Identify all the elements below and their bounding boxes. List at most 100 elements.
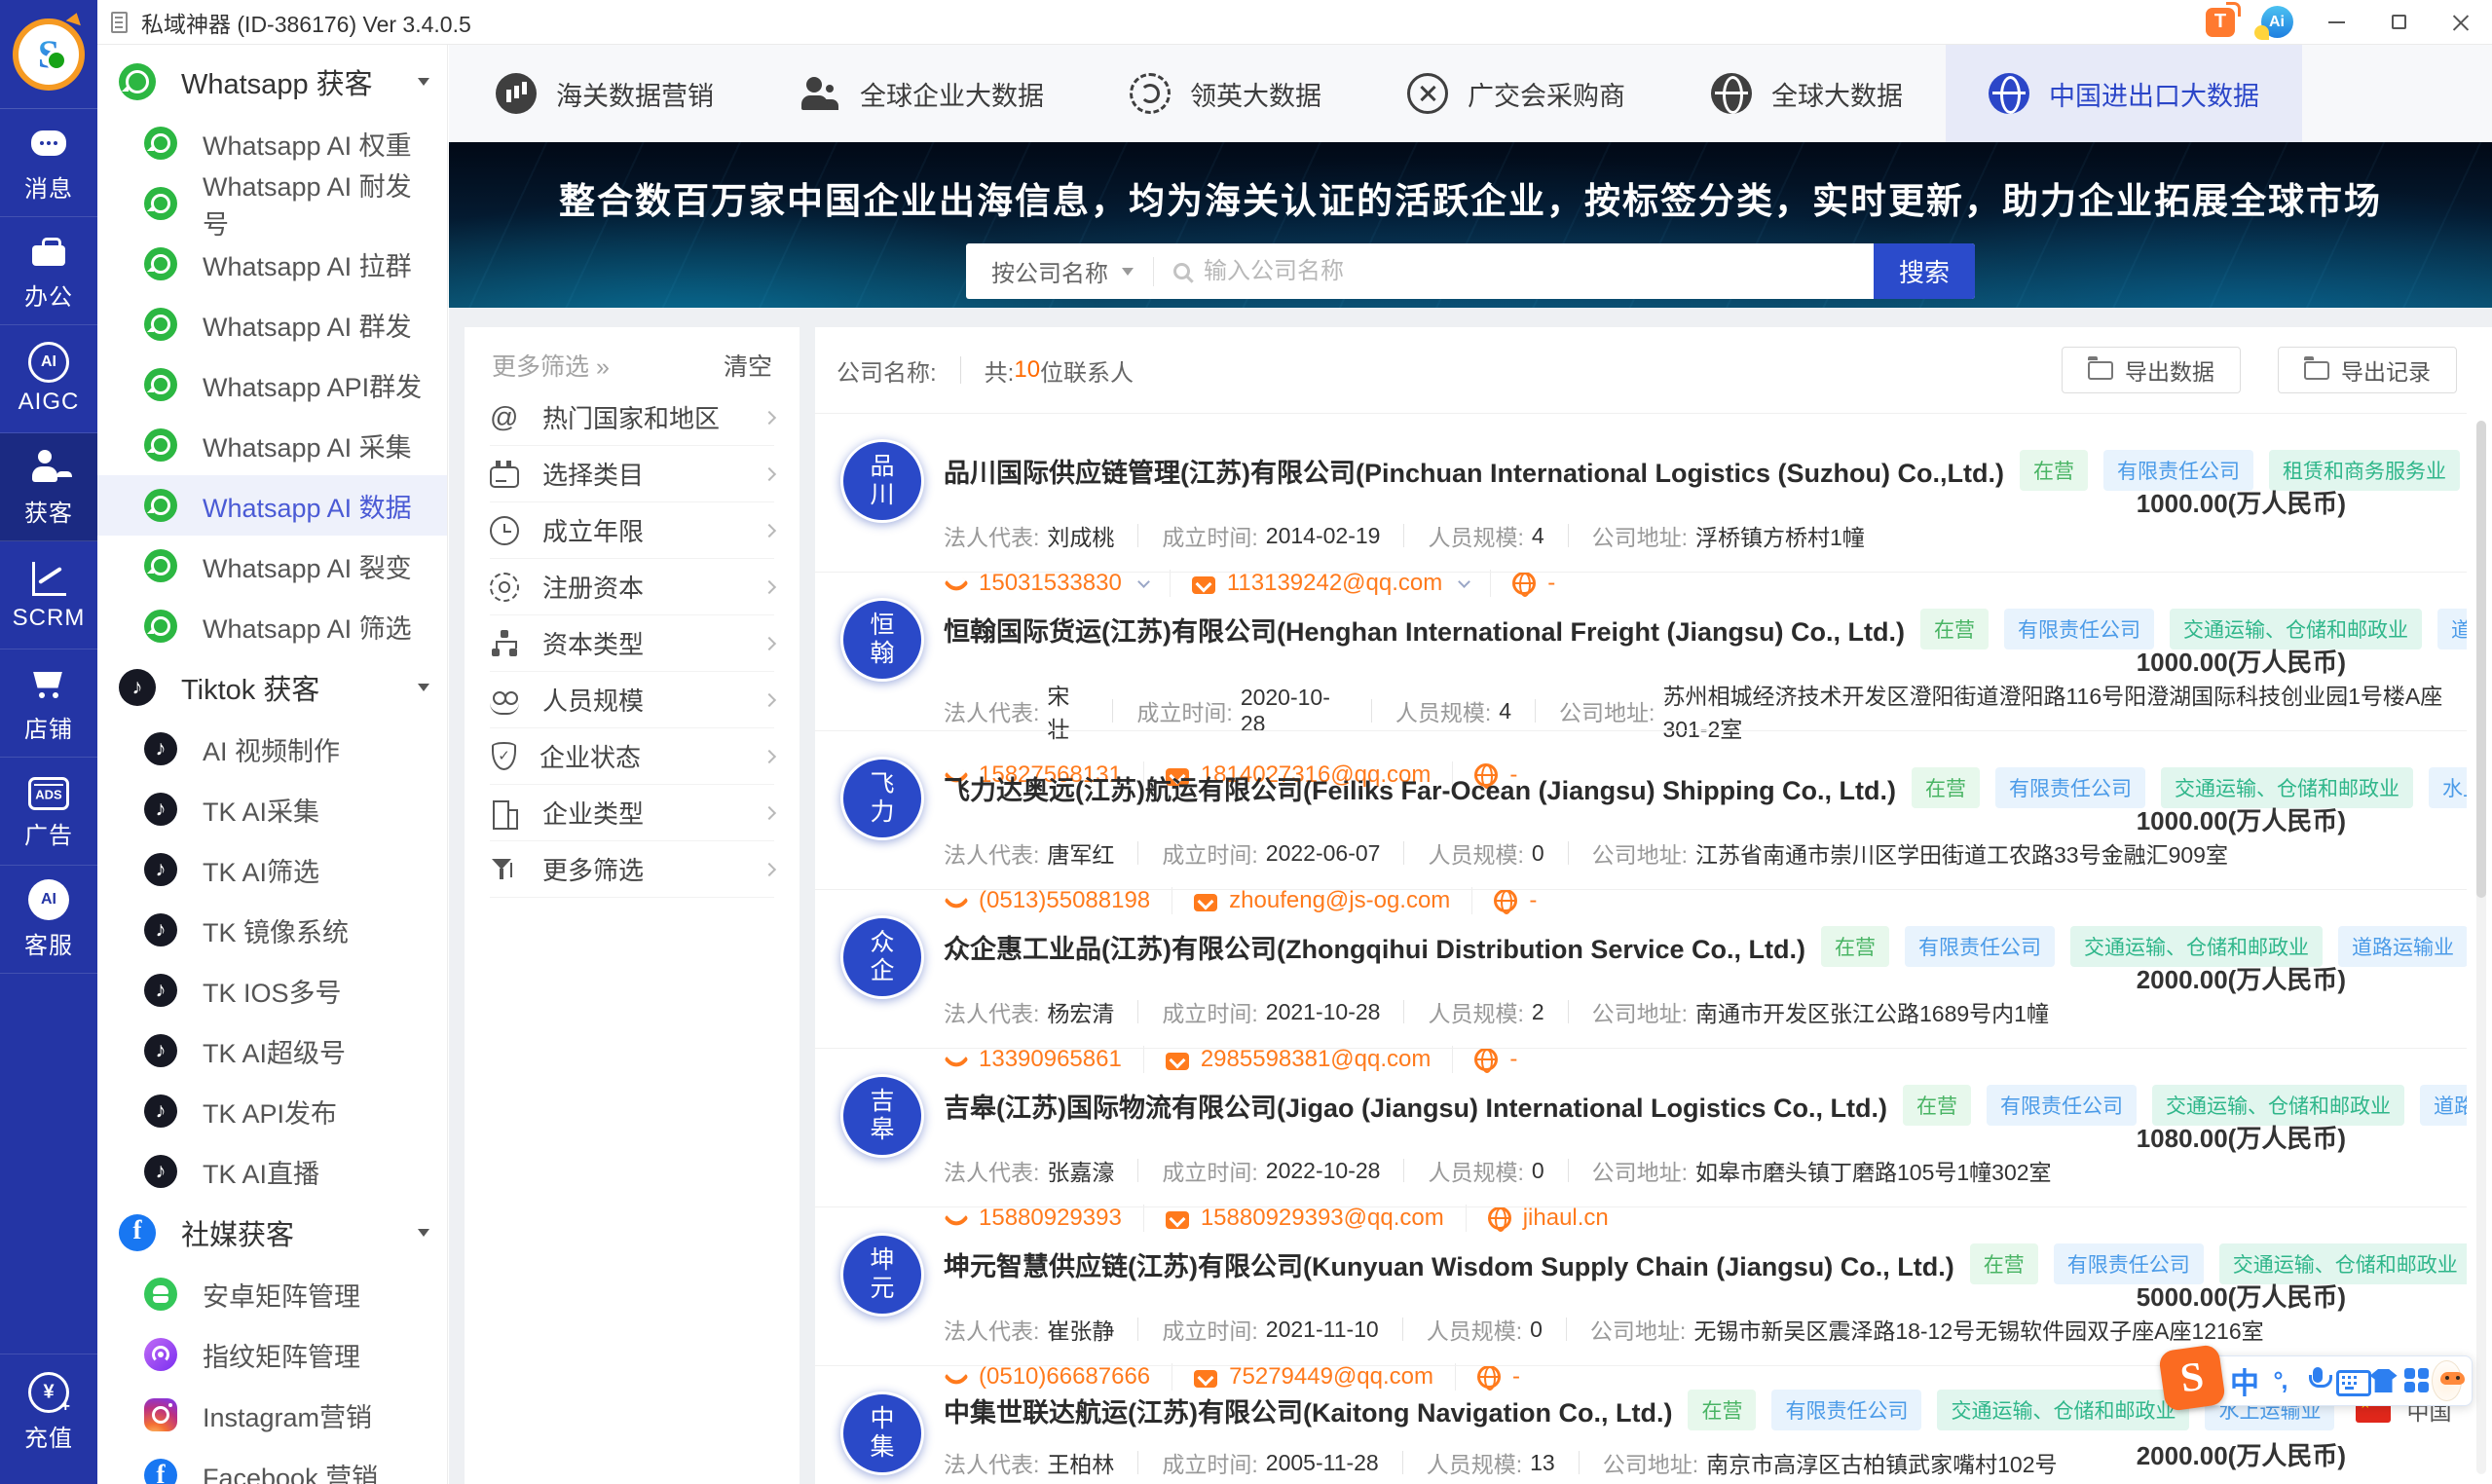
company-name[interactable]: 中集世联达航运(江苏)有限公司(Kaitong Navigation Co., … — [944, 1391, 1672, 1429]
export-log-button[interactable]: 导出记录 — [2278, 347, 2457, 393]
app-logo[interactable]: S — [0, 0, 97, 109]
more-filters-label[interactable]: 更多筛选 » — [492, 348, 610, 383]
sidebar-item[interactable]: TK 镜像系统 — [97, 900, 447, 960]
sidebar-item[interactable]: Instagram营销 — [97, 1385, 447, 1445]
filter-icon — [492, 742, 516, 770]
rail-item[interactable]: AIGC — [0, 325, 97, 433]
rail-item-recharge[interactable]: 充值 — [0, 1354, 97, 1470]
rail-item[interactable]: 办公 — [0, 217, 97, 325]
scrollbar-thumb[interactable] — [2476, 421, 2486, 898]
sidebar-item[interactable]: Whatsapp AI 群发 — [97, 294, 447, 354]
company-card[interactable]: 品川 品川国际供应链管理(江苏)有限公司(Pinchuan Internatio… — [815, 413, 2467, 597]
company-name[interactable]: 飞力达奥远(江苏)航运有限公司(Feiliks Far-Ocean (Jiang… — [944, 769, 1896, 807]
crown-icon — [65, 10, 85, 25]
sidebar-item[interactable]: AI 视频制作 — [97, 719, 447, 779]
sidebar-item[interactable]: 安卓矩阵管理 — [97, 1264, 447, 1324]
filter-row[interactable]: 成立年限 — [490, 502, 777, 559]
sidebar-item[interactable]: Whatsapp AI 拉群 — [97, 234, 447, 294]
sidebar-item[interactable]: Whatsapp AI 权重 — [97, 113, 447, 173]
divider — [1567, 841, 1569, 865]
company-card[interactable]: 恒翰 恒翰国际货运(江苏)有限公司(Henghan International … — [815, 572, 2467, 789]
minimize-button[interactable] — [2305, 0, 2367, 44]
divider — [1137, 841, 1139, 865]
sidebar-item[interactable]: Facebook 营销 — [97, 1445, 447, 1484]
sidebar-item[interactable]: TK AI直播 — [97, 1141, 447, 1202]
rail-item[interactable]: 获客 — [0, 433, 97, 541]
company-card[interactable]: 坤元 坤元智慧供应链(江苏)有限公司(Kunyuan Wisdom Supply… — [815, 1206, 2467, 1391]
rail-item[interactable]: 消息 — [0, 109, 97, 217]
toolbox-icon[interactable] — [2399, 1361, 2424, 1400]
mascot-icon[interactable] — [2432, 1360, 2466, 1401]
skin-icon[interactable] — [2366, 1361, 2392, 1400]
filter-row[interactable]: 资本类型 — [490, 615, 777, 672]
maximize-button[interactable] — [2367, 0, 2430, 44]
rail-item-label: 店铺 — [24, 716, 73, 743]
company-name[interactable]: 恒翰国际货运(江苏)有限公司(Henghan International Fre… — [944, 611, 1905, 649]
tab[interactable]: 全球大数据 — [1668, 45, 1946, 142]
filter-row[interactable]: 企业类型 — [490, 785, 777, 841]
sogou-logo-icon[interactable]: S — [2157, 1343, 2227, 1413]
search-input[interactable] — [1202, 256, 1874, 286]
sidebar-item[interactable]: TK IOS多号 — [97, 960, 447, 1020]
tab-label: 全球大数据 — [1771, 81, 1903, 111]
scrollbar[interactable] — [2476, 421, 2486, 1474]
sidebar-item[interactable]: Whatsapp 获客 — [97, 51, 447, 113]
sidebar-item[interactable]: Whatsapp AI 数据 — [97, 475, 447, 536]
sidebar-item[interactable]: TK AI采集 — [97, 779, 447, 839]
rail-item[interactable]: 广告 — [0, 758, 97, 866]
tab[interactable]: 广交会采购商 — [1364, 45, 1668, 142]
rail-item[interactable]: SCRM — [0, 541, 97, 649]
divider — [1137, 1451, 1139, 1474]
founded-date: 2021-11-10 — [1265, 1316, 1379, 1342]
tab-icon — [1989, 73, 2029, 114]
tab[interactable]: 领英大数据 — [1087, 45, 1364, 142]
rail-item[interactable]: 店铺 — [0, 649, 97, 758]
sidebar-item[interactable]: TK API发布 — [97, 1081, 447, 1141]
sidebar-item[interactable]: TK AI筛选 — [97, 839, 447, 900]
sidebar-item[interactable]: Whatsapp AI 耐发号 — [97, 172, 447, 240]
tab[interactable]: 中国进出口大数据 — [1946, 45, 2302, 142]
company-name[interactable]: 众企惠工业品(江苏)有限公司(Zhongqihui Distribution S… — [944, 928, 1805, 966]
filter-row[interactable]: 热门国家和地区 — [490, 390, 777, 446]
ai-assistant-icon[interactable]: Ai — [2249, 0, 2305, 44]
search-button[interactable]: 搜索 — [1874, 243, 1975, 299]
sidebar-item[interactable]: Whatsapp AI 裂变 — [97, 536, 447, 596]
sidebar-item[interactable]: Whatsapp API群发 — [97, 354, 447, 415]
translate-icon[interactable]: T — [2192, 0, 2249, 44]
keyboard-icon[interactable] — [2333, 1361, 2371, 1400]
sidebar-item[interactable]: 指纹矩阵管理 — [97, 1324, 447, 1385]
sidebar-item[interactable]: Whatsapp AI 筛选 — [97, 596, 447, 656]
filter-row[interactable]: 更多筛选 — [490, 841, 777, 898]
company-card[interactable]: 众企 众企惠工业品(江苏)有限公司(Zhongqihui Distributio… — [815, 889, 2467, 1073]
app-window: S 消息 办公 AIGC — [0, 0, 2492, 1484]
company-card[interactable]: 吉皋 吉皋(江苏)国际物流有限公司(Jigao (Jiangsu) Intern… — [815, 1048, 2467, 1232]
divider — [1565, 1317, 1567, 1341]
registered-capital: 1000.00(万人民币) — [2136, 806, 2346, 835]
sidebar-item[interactable]: TK AI超级号 — [97, 1020, 447, 1081]
status-badge: 在营 — [1912, 767, 1981, 808]
contact-count: 10 — [1014, 356, 1041, 383]
company-name[interactable]: 吉皋(江苏)国际物流有限公司(Jigao (Jiangsu) Internati… — [944, 1087, 1887, 1125]
sidebar-item[interactable]: 社媒获客 — [97, 1202, 447, 1264]
filter-row[interactable]: 人员规模 — [490, 672, 777, 728]
sidebar-item-label: 安卓矩阵管理 — [203, 1281, 360, 1312]
company-name[interactable]: 品川国际供应链管理(江苏)有限公司(Pinchuan International… — [944, 452, 2004, 490]
export-data-button[interactable]: 导出数据 — [2062, 347, 2241, 393]
chinese-mode-icon[interactable]: 中 — [2230, 1361, 2259, 1400]
company-card[interactable]: 飞力 飞力达奥远(江苏)航运有限公司(Feiliks Far-Ocean (Ji… — [815, 730, 2467, 914]
rail-item[interactable]: 客服 — [0, 866, 97, 974]
chevron-right-icon — [762, 636, 777, 650]
microphone-icon[interactable] — [2300, 1361, 2332, 1400]
tab[interactable]: 海关数据营销 — [453, 45, 757, 142]
filter-row[interactable]: 注册资本 — [490, 559, 777, 615]
close-button[interactable] — [2430, 0, 2492, 44]
punctuation-icon[interactable]: °, — [2267, 1361, 2292, 1400]
clear-filters-button[interactable]: 清空 — [724, 348, 772, 383]
filter-row[interactable]: 选择类目 — [490, 446, 777, 502]
sidebar-item[interactable]: Whatsapp AI 采集 — [97, 415, 447, 475]
filter-row[interactable]: 企业状态 — [490, 728, 777, 785]
company-name[interactable]: 坤元智慧供应链(江苏)有限公司(Kunyuan Wisdom Supply Ch… — [944, 1245, 1954, 1283]
sidebar-item[interactable]: Tiktok 获客 — [97, 656, 447, 719]
search-category-select[interactable]: 按公司名称 — [991, 254, 1134, 288]
tab[interactable]: 全球企业大数据 — [757, 45, 1087, 142]
